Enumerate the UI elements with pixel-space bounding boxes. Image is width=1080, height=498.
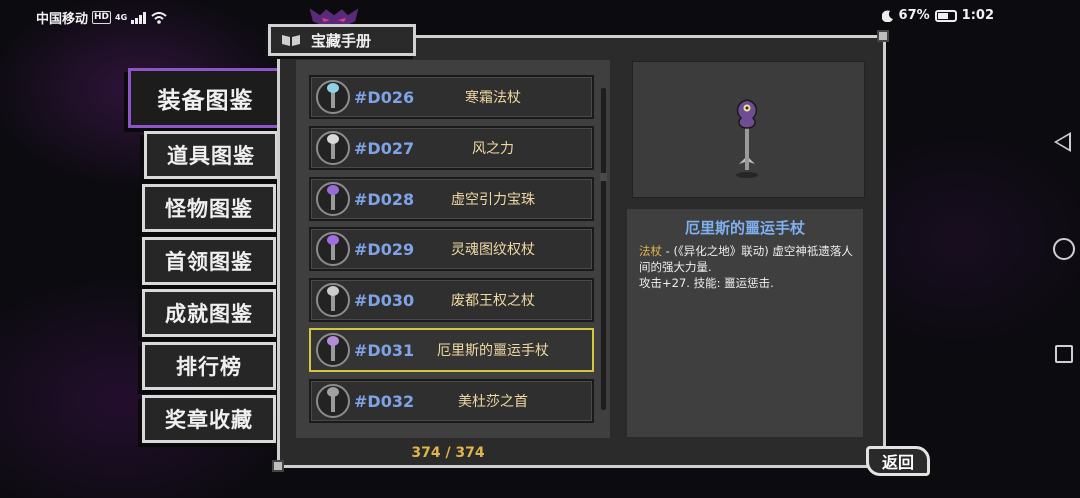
item-name: 寒霜法杖 (465, 90, 521, 106)
item-code: #D028 (354, 189, 415, 209)
item-detail-title: 厄里斯的噩运手杖 (684, 219, 805, 237)
back-button[interactable]: 返回 (866, 446, 930, 476)
staff-icon (316, 80, 350, 114)
selected-staff-icon (736, 99, 758, 178)
item-name: 虚空引力宝珠 (451, 192, 535, 208)
tab-monsters[interactable]: 怪物图鉴 (142, 184, 276, 232)
staff-icon (316, 131, 350, 165)
nav-back-icon[interactable] (1054, 132, 1071, 152)
orb-icon (316, 182, 350, 216)
staff-item-icon (327, 83, 339, 108)
page-title: 宝藏手册 (311, 31, 372, 50)
scepter-icon (316, 283, 350, 317)
item-detail-description: 法杖 - (《异化之地》联动) 虚空神祗遗落人间的强大力量. 攻击+27. 技能… (639, 243, 857, 291)
list-scroll-thumb[interactable] (600, 173, 607, 181)
list-item[interactable]: #D030 废都王权之杖 (309, 278, 594, 322)
staff-item-icon (327, 185, 339, 210)
item-name: 废都王权之杖 (451, 293, 535, 309)
wifi-icon (151, 11, 167, 24)
tab-achievements[interactable]: 成就图鉴 (142, 289, 276, 337)
medusa-head-icon (316, 384, 350, 418)
item-code: #D029 (354, 239, 415, 259)
tab-bosses[interactable]: 首领图鉴 (142, 237, 276, 285)
carrier-label: 中国移动 (36, 12, 89, 27)
staff-item-icon (327, 336, 339, 361)
item-name: 灵魂图纹权杖 (451, 242, 535, 258)
system-nav-bar (1020, 100, 1080, 400)
item-name: 美杜莎之首 (458, 394, 528, 410)
item-code: #D031 (354, 340, 415, 360)
list-item[interactable]: #D032 美杜莎之首 (309, 379, 594, 423)
item-code: #D030 (354, 290, 415, 310)
item-stats: 攻击+27. 技能: 噩运惩击. (639, 276, 774, 290)
network-label: 4G (115, 13, 128, 22)
list-item[interactable]: #D029 灵魂图纹权杖 (309, 227, 594, 271)
frame-corner (877, 30, 889, 42)
list-scrollbar[interactable] (601, 88, 606, 410)
battery-icon (934, 9, 957, 22)
item-code: #D032 (354, 391, 415, 411)
battery-percent: 67% (898, 8, 930, 23)
nav-home-icon[interactable] (1053, 238, 1075, 260)
hd-badge: HD (92, 11, 112, 24)
signal-icon (131, 11, 147, 24)
tab-leaderboard[interactable]: 排行榜 (142, 342, 276, 390)
item-category: 法杖 (639, 244, 662, 258)
staff-item-icon (327, 235, 339, 260)
clock: 1:02 (961, 8, 994, 23)
staff-item-icon (327, 286, 339, 311)
scepter-icon (316, 232, 350, 266)
list-item[interactable]: #D028 虚空引力宝珠 (309, 177, 594, 221)
book-icon (282, 35, 300, 46)
status-bar: 中国移动 HD 4G 67% 1:02 (0, 0, 1080, 32)
moon-icon (881, 10, 893, 22)
list-item-selected[interactable]: #D031 厄里斯的噩运手杖 (309, 328, 594, 372)
item-name: 厄里斯的噩运手杖 (437, 343, 549, 359)
staff-item-icon (327, 134, 339, 159)
item-code: #D026 (354, 87, 415, 107)
page-title-tab: 宝藏手册 (268, 24, 416, 56)
item-detail-panel (625, 207, 865, 439)
nav-recents-icon[interactable] (1055, 345, 1073, 363)
collection-counter: 374 / 374 (411, 445, 485, 461)
frame-corner (272, 460, 284, 472)
list-item[interactable]: #D026 寒霜法杖 (309, 75, 594, 119)
tab-items[interactable]: 道具图鉴 (144, 131, 278, 179)
staff-icon (316, 333, 350, 367)
list-item[interactable]: #D027 风之力 (309, 126, 594, 170)
tab-equipment[interactable]: 装备图鉴 (128, 68, 280, 128)
staff-item-icon (327, 387, 339, 412)
tab-medals[interactable]: 奖章收藏 (142, 395, 276, 443)
item-name: 风之力 (472, 141, 514, 157)
item-code: #D027 (354, 138, 415, 158)
item-description-text: - (《异化之地》联动) 虚空神祗遗落人间的强大力量. (639, 244, 853, 274)
